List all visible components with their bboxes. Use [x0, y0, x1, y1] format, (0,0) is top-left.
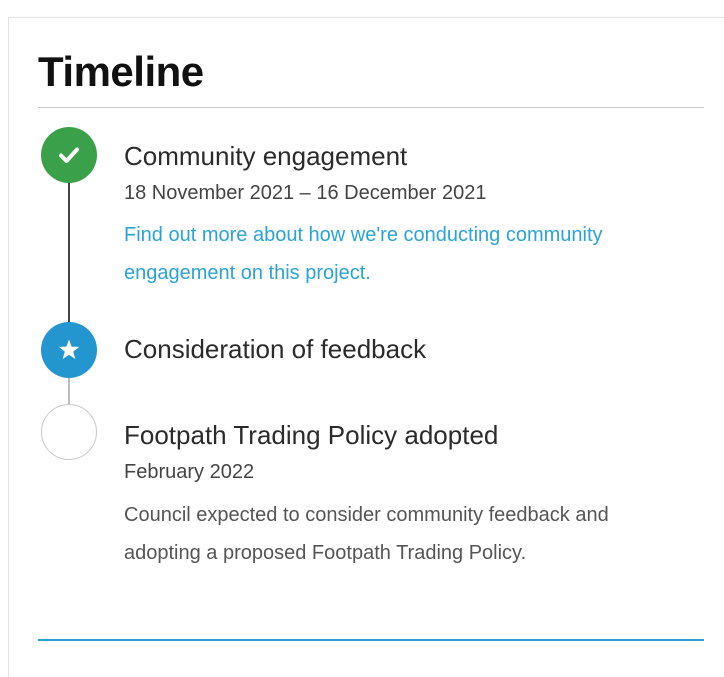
step-date-community-engagement: 18 November 2021 – 16 December 2021 — [124, 182, 487, 204]
empty-circle-icon — [41, 404, 97, 460]
community-engagement-link[interactable]: Find out more about how we're conducting… — [124, 216, 664, 292]
bottom-divider — [38, 639, 704, 641]
step-title-consideration-of-feedback: Consideration of feedback — [124, 334, 427, 364]
step-date-policy-adopted: February 2022 — [124, 461, 255, 483]
completed-step-marker — [41, 127, 97, 183]
step-description-policy-adopted: Council expected to consider community f… — [124, 504, 609, 564]
star-icon — [58, 339, 80, 359]
timeline-connector-completed — [68, 155, 70, 350]
title-divider — [38, 107, 704, 108]
page-title: Timeline — [38, 48, 204, 95]
check-icon — [59, 147, 79, 163]
step-title-policy-adopted: Footpath Trading Policy adopted — [124, 420, 499, 450]
step-title-community-engagement: Community engagement — [124, 141, 408, 171]
current-step-marker — [41, 322, 97, 378]
